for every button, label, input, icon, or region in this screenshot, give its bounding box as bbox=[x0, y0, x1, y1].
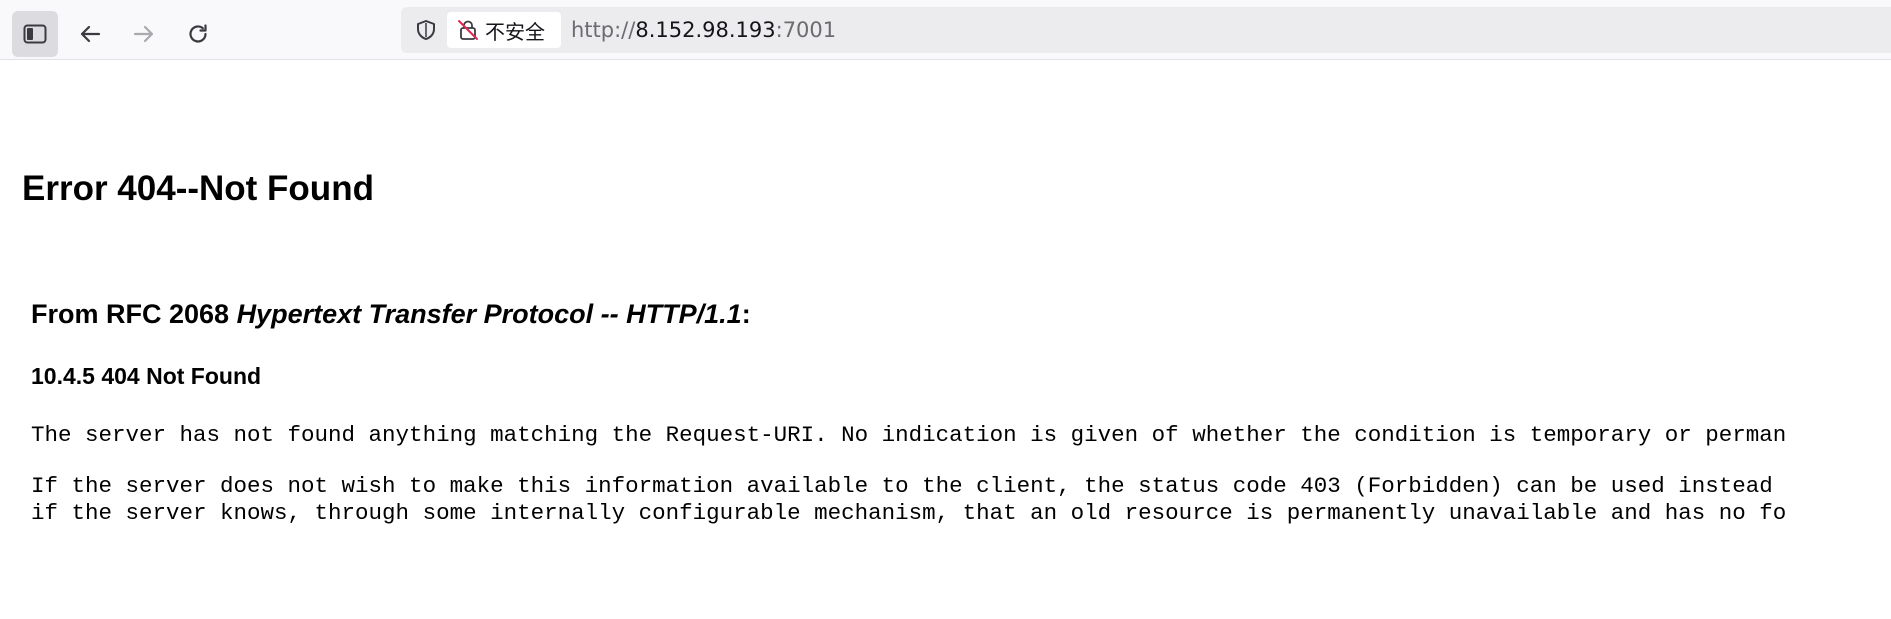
rfc-heading: From RFC 2068 Hypertext Transfer Protoco… bbox=[31, 299, 751, 330]
connection-insecure-indicator[interactable]: 不安全 bbox=[447, 12, 561, 48]
rfc-heading-suffix: : bbox=[741, 299, 751, 329]
browser-toolbar: 不安全 http://8.152.98.193:7001 bbox=[0, 0, 1891, 60]
insecure-label: 不安全 bbox=[485, 19, 545, 44]
insecure-lock-icon bbox=[458, 20, 478, 40]
paragraph-2-line-1: If the server does not wish to make this… bbox=[31, 473, 1773, 499]
sidebar-toggle-button[interactable] bbox=[12, 11, 58, 57]
rfc-heading-title: Hypertext Transfer Protocol -- HTTP/1.1 bbox=[236, 299, 742, 329]
url-host: 8.152.98.193 bbox=[635, 18, 776, 42]
paragraph-1: The server has not found anything matchi… bbox=[31, 422, 1787, 448]
sidebar-icon bbox=[23, 24, 47, 44]
forward-button[interactable] bbox=[121, 11, 167, 57]
paragraph-2-line-2: if the server knows, through some intern… bbox=[31, 500, 1787, 526]
page-title: Error 404--Not Found bbox=[22, 169, 374, 208]
url-port: :7001 bbox=[775, 18, 837, 42]
arrow-left-icon bbox=[80, 25, 101, 43]
address-bar[interactable]: 不安全 http://8.152.98.193:7001 bbox=[401, 7, 1891, 53]
arrow-right-icon bbox=[133, 25, 154, 43]
reload-button[interactable] bbox=[175, 11, 221, 57]
shield-icon[interactable] bbox=[415, 19, 437, 41]
section-heading: 10.4.5 404 Not Found bbox=[31, 363, 262, 389]
rfc-heading-prefix: From RFC 2068 bbox=[31, 299, 237, 329]
paragraph-2: If the server does not wish to make this… bbox=[31, 473, 1786, 527]
back-button[interactable] bbox=[67, 11, 113, 57]
url-scheme: http:// bbox=[571, 18, 636, 42]
reload-icon bbox=[189, 24, 207, 43]
url-text[interactable]: http://8.152.98.193:7001 bbox=[571, 7, 836, 53]
